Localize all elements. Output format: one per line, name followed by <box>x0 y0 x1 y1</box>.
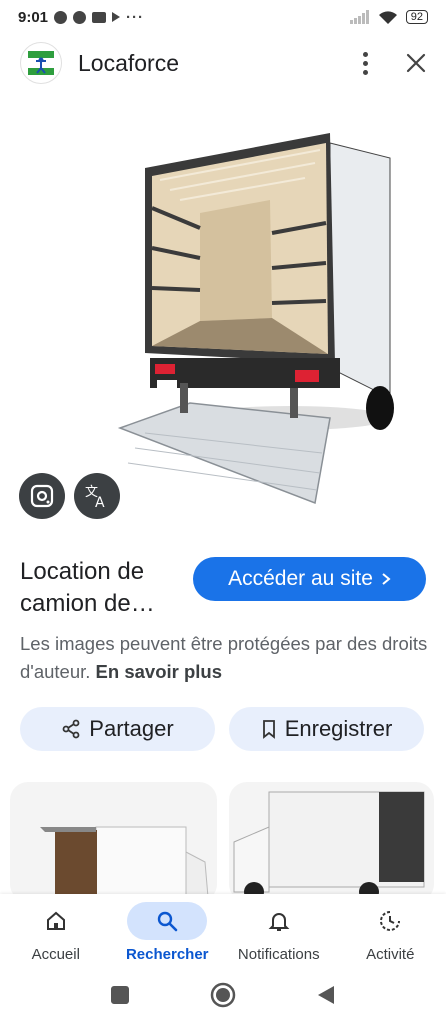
nav-activity-label: Activité <box>366 946 415 963</box>
search-icon <box>158 911 178 932</box>
site-logo[interactable] <box>20 42 62 84</box>
related-image-2[interactable] <box>229 782 434 902</box>
copyright-notice: Les images peuvent être protégées par de… <box>20 630 430 686</box>
learn-more-link[interactable]: En savoir plus <box>96 661 222 682</box>
bookmark-icon <box>262 720 275 739</box>
activity-icon <box>380 911 401 931</box>
home-icon <box>46 911 65 930</box>
nav-search-label: Rechercher <box>125 946 209 963</box>
truck-thumbnail-2 <box>233 791 425 902</box>
translate-icon: 文 A <box>85 485 105 510</box>
messenger-icon <box>73 10 87 24</box>
status-notification-icons: ··· <box>54 9 144 26</box>
result-title[interactable]: Location de camion de… <box>20 556 190 620</box>
signal-icon <box>349 10 369 24</box>
play-icon <box>112 12 121 22</box>
translate-button[interactable]: 文 A <box>74 473 120 519</box>
site-title: Locaforce <box>78 49 180 76</box>
bottom-navigation: Accueil Rechercher Notifications Activit… <box>0 894 446 966</box>
main-image-truck[interactable] <box>50 118 400 518</box>
nav-home[interactable]: Accueil <box>0 894 112 966</box>
system-navigation-bar <box>0 966 446 1024</box>
nav-notifications[interactable]: Notifications <box>223 894 335 966</box>
recent-apps-icon[interactable] <box>110 985 130 1005</box>
save-button[interactable]: Enregistrer <box>229 707 424 751</box>
share-icon <box>62 719 80 739</box>
nav-search[interactable]: Rechercher <box>112 894 224 966</box>
status-bar: 9:01 ··· 92 <box>0 0 446 34</box>
share-label: Partager <box>89 716 174 741</box>
locaforce-logo-icon <box>28 51 54 75</box>
lens-icon <box>30 484 54 508</box>
svg-text:A: A <box>95 495 105 510</box>
save-label: Enregistrer <box>284 716 393 741</box>
visit-site-button[interactable]: Accéder au site <box>193 557 426 601</box>
wifi-icon <box>378 10 397 24</box>
battery-icon: 92 <box>405 10 428 24</box>
nav-home-label: Accueil <box>31 946 80 963</box>
more-options-icon[interactable] <box>359 48 372 79</box>
more-notifications-icon: ··· <box>126 8 145 26</box>
home-button-icon[interactable] <box>210 982 236 1008</box>
header: Locaforce <box>0 40 446 86</box>
visit-site-label: Accéder au site <box>228 567 373 590</box>
close-icon[interactable] <box>406 53 426 73</box>
related-image-1[interactable] <box>10 782 217 902</box>
truck-thumbnail-1 <box>40 826 209 898</box>
share-button[interactable]: Partager <box>20 707 215 751</box>
copyright-text: Les images peuvent être protégées par de… <box>20 633 428 682</box>
google-lens-button[interactable] <box>19 473 65 519</box>
alarm-icon <box>54 10 68 24</box>
nav-notifications-label: Notifications <box>237 946 320 963</box>
status-system-icons: 92 <box>349 10 428 25</box>
chevron-right-icon <box>382 573 391 585</box>
bell-icon <box>268 913 290 931</box>
app-notification-icon <box>92 11 107 23</box>
back-icon[interactable] <box>316 984 336 1006</box>
nav-activity[interactable]: Activité <box>335 894 446 966</box>
status-time: 9:01 <box>18 8 49 26</box>
